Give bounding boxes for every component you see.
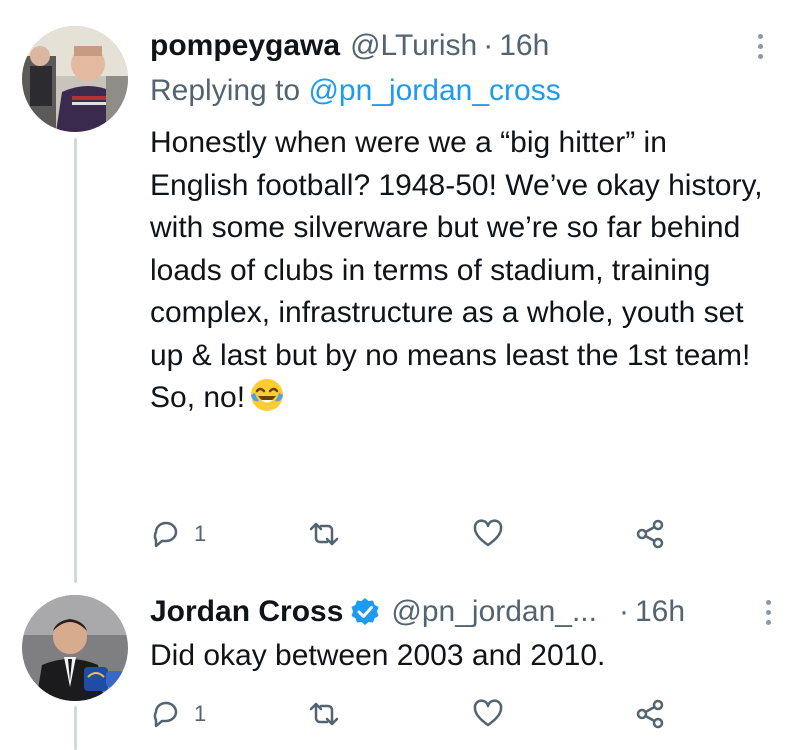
tweet-text-content: Did okay between 2003 and 2010. — [150, 639, 606, 672]
tweet-actions: 1 — [150, 514, 670, 554]
reply-count: 1 — [194, 521, 207, 546]
verified-badge-icon — [349, 596, 381, 628]
replying-to: Replying to @pn_jordan_cross — [150, 74, 561, 108]
separator: · — [618, 595, 629, 628]
reply-icon — [153, 521, 178, 548]
share-button[interactable] — [634, 514, 666, 554]
replying-prefix: Replying to — [150, 74, 301, 107]
timestamp[interactable]: 16h — [635, 595, 685, 629]
more-options-icon[interactable] — [763, 600, 773, 625]
like-button[interactable] — [472, 514, 504, 554]
avatar[interactable] — [22, 26, 128, 132]
mention-link[interactable]: @pn_jordan_cross — [308, 74, 560, 107]
share-button[interactable] — [634, 694, 666, 734]
retweet-icon — [309, 522, 339, 546]
tweet-header: Jordan Cross @pn_jordan_... · 16h — [150, 592, 685, 632]
like-button[interactable] — [472, 694, 504, 734]
like-icon — [473, 519, 503, 547]
more-options-icon[interactable] — [755, 34, 765, 59]
reply-icon — [153, 701, 178, 728]
tweet-text-content: Honestly when were we a “big hitter” in … — [150, 126, 763, 414]
tweet-actions: 1 — [150, 694, 670, 734]
reply-button[interactable]: 1 — [150, 514, 206, 554]
retweet-icon — [309, 702, 339, 726]
retweet-button[interactable] — [308, 514, 340, 554]
share-icon — [636, 519, 664, 549]
reply-button[interactable]: 1 — [150, 694, 206, 734]
timestamp[interactable]: 16h — [499, 29, 549, 63]
tweet-text: Did okay between 2003 and 2010. — [150, 635, 770, 678]
user-handle[interactable]: @LTurish — [350, 29, 477, 63]
display-name[interactable]: pompeygawa — [150, 29, 340, 63]
face-with-tears-of-joy-icon — [249, 377, 285, 426]
separator: · — [483, 29, 494, 62]
retweet-button[interactable] — [308, 694, 340, 734]
reply-count: 1 — [194, 701, 207, 726]
user-handle[interactable]: @pn_jordan_... — [391, 595, 597, 629]
avatar[interactable] — [22, 595, 128, 701]
tweet-header: pompeygawa @LTurish · 16h — [150, 26, 549, 66]
tweet-text: Honestly when were we a “big hitter” in … — [150, 122, 770, 426]
like-icon — [473, 699, 503, 727]
display-name[interactable]: Jordan Cross — [150, 595, 343, 629]
share-icon — [636, 699, 664, 729]
tweet[interactable]: pompeygawa @LTurish · 16h Replying to @p… — [0, 0, 795, 585]
